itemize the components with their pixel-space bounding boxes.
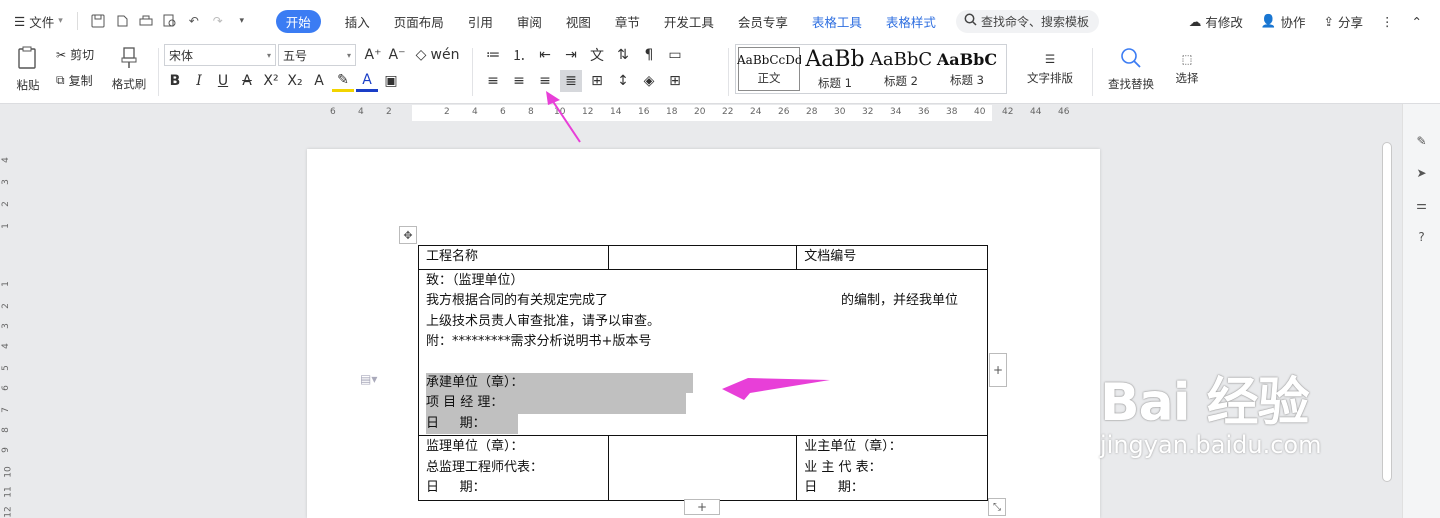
annotation-arrow-table (722, 378, 830, 400)
vertical-scrollbar[interactable] (1382, 142, 1392, 482)
help-icon[interactable]: ? (1418, 230, 1424, 244)
annotation-arrowhead (546, 91, 560, 105)
right-side-panel: ✎ ➤ ⚌ ? (1402, 104, 1440, 518)
settings-sliders-icon[interactable]: ⚌ (1416, 198, 1427, 212)
watermark-url: jingyan.baidu.com (1100, 431, 1322, 459)
annotation-arrow-line (551, 99, 581, 143)
watermark-brand: Bai 经验 (1100, 373, 1310, 433)
pointer-icon[interactable]: ➤ (1416, 166, 1426, 180)
edit-icon[interactable]: ✎ (1416, 134, 1426, 148)
watermark: Bai 经验 jingyan.baidu.com (1100, 360, 1321, 459)
